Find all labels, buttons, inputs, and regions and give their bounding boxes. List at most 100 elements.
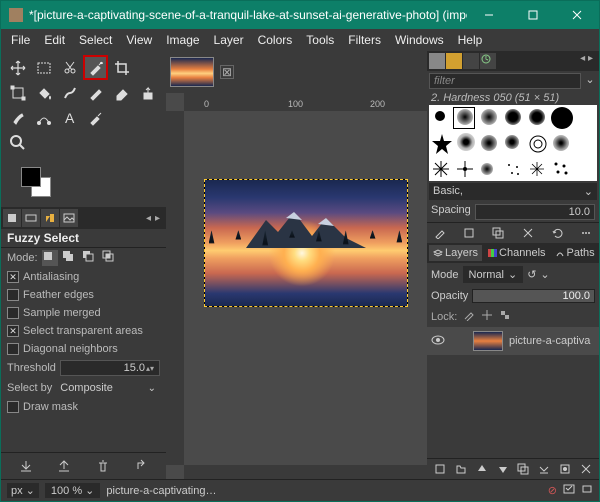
bucket-fill-tool[interactable] [31,80,56,105]
image-tab-thumbnail[interactable] [170,57,214,87]
menu-filters[interactable]: Filters [342,31,387,49]
menu-edit[interactable]: Edit [38,31,71,49]
delete-preset-button[interactable] [94,457,112,475]
tab-tool-options[interactable] [3,209,21,227]
lock-pixels-icon[interactable] [463,309,475,324]
paintbrush-tool[interactable] [83,80,108,105]
tab-images[interactable] [60,209,78,227]
brush-grid[interactable] [429,105,597,181]
restore-preset-button[interactable] [55,457,73,475]
transform-tool[interactable] [5,80,30,105]
path-tool[interactable] [31,105,56,130]
layer-item[interactable]: picture-a-captiva [427,327,599,355]
diagonal-checkbox[interactable] [7,343,19,355]
zoom-tool[interactable] [5,130,30,155]
antialiasing-checkbox[interactable]: ✕ [7,271,19,283]
tab-layers[interactable]: Layers [429,245,482,261]
chevron-down-icon[interactable]: ⌄ [540,268,549,281]
dock-tab-fonts[interactable] [463,53,479,69]
layer-new-button[interactable] [433,462,447,476]
menu-colors[interactable]: Colors [252,31,299,49]
zoom-dropdown[interactable]: 100 % ⌄ [45,483,100,498]
opacity-slider[interactable]: 100.0 [472,289,595,303]
layer-mask-button[interactable] [558,462,572,476]
layer-down-button[interactable] [496,462,510,476]
close-button[interactable] [555,1,599,29]
layer-dup-button[interactable] [516,462,530,476]
layer-up-button[interactable] [475,462,489,476]
layer-group-button[interactable] [454,462,468,476]
brush-del-button[interactable] [521,226,535,240]
save-preset-button[interactable] [17,457,35,475]
eraser-tool[interactable] [110,80,135,105]
smudge-tool[interactable] [5,105,30,130]
brush-menu-button[interactable] [579,226,593,240]
scissors-tool[interactable] [57,55,82,80]
menu-select[interactable]: Select [73,31,118,49]
mode-replace[interactable] [42,250,58,266]
filter-chevron-icon[interactable]: ⌄ [583,73,597,89]
layer-visibility-icon[interactable] [431,333,447,350]
menu-view[interactable]: View [120,31,158,49]
drawmask-checkbox[interactable] [7,401,19,413]
layer-name[interactable]: picture-a-captiva [509,335,590,347]
color-swatches[interactable] [1,159,166,207]
tab-close-caret[interactable]: ▸ [155,213,160,224]
spacing-input[interactable]: 10.0 [475,204,595,220]
feather-checkbox[interactable] [7,289,19,301]
selectby-dropdown[interactable]: Composite⌄ [56,380,160,396]
text-tool[interactable]: A [57,105,82,130]
minimize-button[interactable] [467,1,511,29]
tab-paths[interactable]: Paths [551,245,599,261]
fg-color-swatch[interactable] [21,167,41,187]
menu-layer[interactable]: Layer [208,31,250,49]
tab-channels[interactable]: Channels [483,245,549,261]
nav-rect-icon[interactable] [581,483,593,498]
mode-intersect[interactable] [102,250,118,266]
crop-tool[interactable] [110,55,135,80]
transparent-checkbox[interactable]: ✕ [7,325,19,337]
sample-merged-checkbox[interactable] [7,307,19,319]
menu-help[interactable]: Help [452,31,489,49]
ruler-vertical[interactable] [166,111,184,465]
color-picker-tool[interactable] [83,105,108,130]
menu-windows[interactable]: Windows [389,31,450,49]
menu-file[interactable]: File [5,31,36,49]
clone-tool[interactable] [136,80,161,105]
brush-dup-button[interactable] [491,226,505,240]
tab-device[interactable] [22,209,40,227]
layer-thumbnail[interactable] [473,331,503,351]
maximize-button[interactable] [511,1,555,29]
gradient-tool[interactable] [57,80,82,105]
image-tab-close[interactable]: ⊠ [220,65,234,79]
brush-edit-button[interactable] [433,226,447,240]
blend-mode-dropdown[interactable]: Normal⌄ [463,266,524,283]
tab-menu-caret[interactable]: ◂ [146,213,151,224]
rect-select-tool[interactable] [31,55,56,80]
threshold-input[interactable]: 15.0▴▾ [60,360,160,376]
dock-tab-patterns[interactable] [446,53,462,69]
ruler-horizontal[interactable]: 0 100 200 [184,93,427,111]
unit-dropdown[interactable]: px ⌄ [7,483,39,498]
tab-history[interactable] [41,209,59,227]
lock-position-icon[interactable] [481,309,493,324]
reset-preset-button[interactable] [132,457,150,475]
scrollbar-horizontal[interactable] [184,465,427,479]
menu-tools[interactable]: Tools [300,31,340,49]
lock-alpha-icon[interactable] [499,309,511,324]
layer-merge-button[interactable] [537,462,551,476]
move-tool[interactable] [5,55,30,80]
mode-add[interactable] [62,250,78,266]
fuzzy-select-tool[interactable] [83,55,108,80]
brush-refresh-button[interactable] [550,226,564,240]
dock-tab-brushes[interactable] [429,53,445,69]
layer-delete-button[interactable] [579,462,593,476]
canvas-viewport[interactable] [184,111,427,465]
dock-tab-history[interactable] [480,53,496,69]
soft-proof-icon[interactable] [563,483,575,498]
brush-filter-input[interactable]: filter [429,73,581,89]
cancel-icon[interactable]: ⊘ [548,484,557,497]
mode-reset-icon[interactable]: ↺ [527,268,536,281]
brush-shape-dropdown[interactable]: Basic,⌄ [429,183,597,200]
mode-subtract[interactable] [82,250,98,266]
